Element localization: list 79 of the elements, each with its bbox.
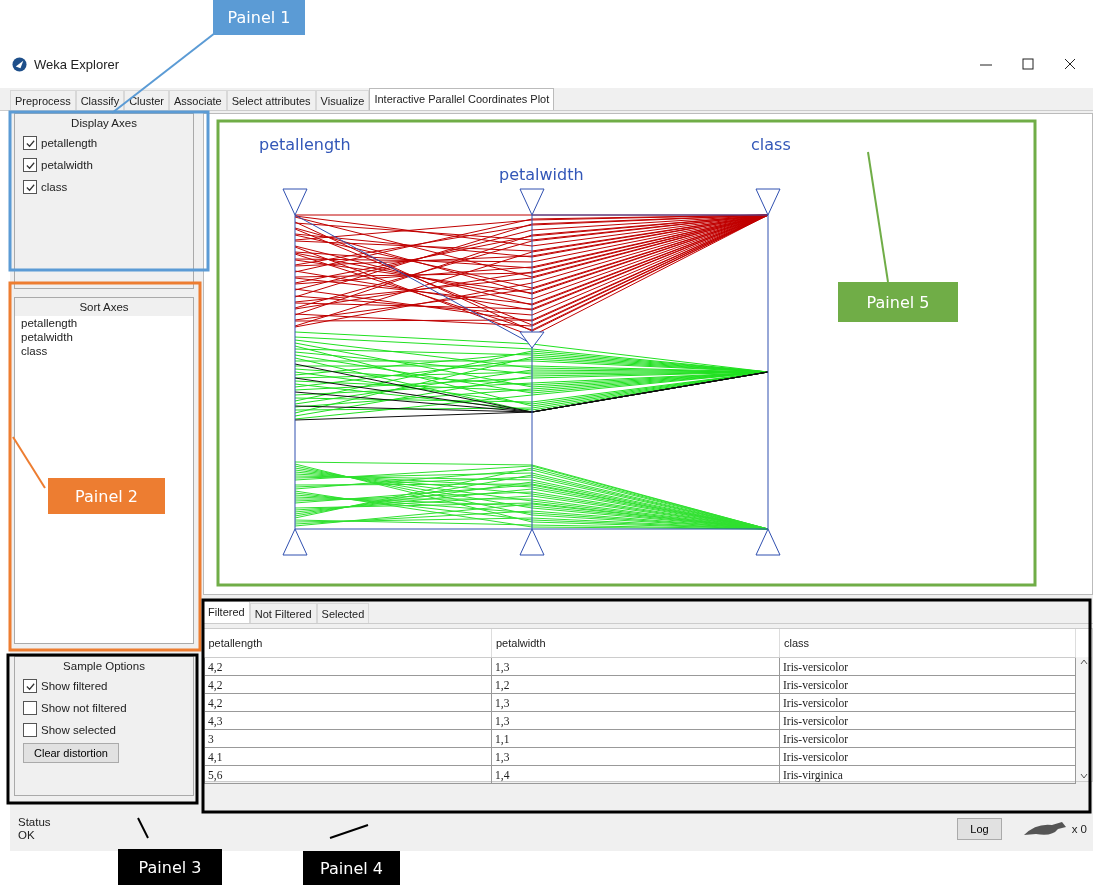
maximize-icon[interactable] xyxy=(1019,55,1037,73)
tab[interactable]: Select attributes xyxy=(226,90,316,110)
table-cell: Iris-versicolor xyxy=(779,693,1076,712)
axis-label: petalwidth xyxy=(499,165,584,184)
callout-label: Painel 1 xyxy=(213,0,305,35)
tab[interactable]: Associate xyxy=(169,90,227,110)
checkbox[interactable] xyxy=(23,701,37,715)
column-header[interactable]: petalwidth xyxy=(491,629,780,658)
callout-label: Painel 2 xyxy=(48,478,165,514)
panel-title: Sort Axes xyxy=(15,298,193,316)
axis-handle-icon[interactable] xyxy=(519,188,545,216)
table-cell: 1,4 xyxy=(491,765,780,784)
table-cell: 1,3 xyxy=(491,711,780,730)
window-title: Weka Explorer xyxy=(34,56,120,72)
checkbox-label: Show not filtered xyxy=(41,702,127,714)
table-cell: 1,3 xyxy=(491,693,780,712)
checkbox[interactable] xyxy=(23,723,37,737)
checkbox[interactable] xyxy=(23,679,37,693)
axis-handle-icon[interactable] xyxy=(519,528,545,556)
scroll-down-icon[interactable] xyxy=(1079,771,1089,781)
clear-distortion-button[interactable]: Clear distortion xyxy=(23,743,119,763)
panel-title: Display Axes xyxy=(70,116,138,131)
table-cell: 3 xyxy=(204,729,492,748)
tab[interactable]: Visualize xyxy=(315,90,370,110)
table-cell: 4,1 xyxy=(204,747,492,766)
table-cell: 1,3 xyxy=(491,747,780,766)
app-logo-icon xyxy=(12,56,27,72)
table-cell: 4,2 xyxy=(204,657,492,676)
axis-handle-icon[interactable] xyxy=(755,188,781,216)
column-header[interactable]: petallength xyxy=(204,629,492,658)
table-cell: 4,2 xyxy=(204,675,492,694)
axis-handle-icon[interactable] xyxy=(755,528,781,556)
axis-label: class xyxy=(751,135,791,154)
log-button[interactable]: Log xyxy=(957,817,1002,840)
checkbox[interactable] xyxy=(23,180,37,194)
task-count: x 0 xyxy=(1071,822,1087,835)
checkbox[interactable] xyxy=(23,136,37,150)
list-item[interactable]: petallength xyxy=(15,316,193,330)
leader-line xyxy=(12,436,46,489)
table-cell: Iris-versicolor xyxy=(779,657,1076,676)
table-cell: 1,1 xyxy=(491,729,780,748)
tab[interactable]: Preprocess xyxy=(10,90,76,110)
leader-line xyxy=(329,824,369,839)
tab[interactable]: Classify xyxy=(75,90,125,110)
checkbox-label: petalwidth xyxy=(41,159,93,171)
table-cell: Iris-versicolor xyxy=(779,675,1076,694)
list-item[interactable]: class xyxy=(15,344,193,358)
checkbox[interactable] xyxy=(23,158,37,172)
axis-handle-icon[interactable] xyxy=(282,528,308,556)
tab[interactable]: Interactive Parallel Coordinates Plot xyxy=(369,88,555,110)
axis-label: petallength xyxy=(259,135,351,154)
status-label: Status xyxy=(18,815,51,829)
checkbox-label: Show selected xyxy=(41,724,116,736)
axis-handle-icon[interactable] xyxy=(282,188,308,216)
checkbox-label: class xyxy=(41,181,68,193)
status-text: OK xyxy=(18,828,35,842)
table-cell: 5,6 xyxy=(204,765,492,784)
list-item[interactable]: petalwidth xyxy=(15,330,193,344)
table-cell: Iris-versicolor xyxy=(779,729,1076,748)
table-cell: Iris-virginica xyxy=(779,765,1076,784)
checkbox-label: Show filtered xyxy=(41,680,108,692)
table-cell: 4,3 xyxy=(204,711,492,730)
callout-label: Painel 3 xyxy=(118,849,222,885)
table-cell: Iris-versicolor xyxy=(779,711,1076,730)
table-cell: 1,3 xyxy=(491,657,780,676)
table-cell: 1,2 xyxy=(491,675,780,694)
table-cell: 4,2 xyxy=(204,693,492,712)
tab[interactable]: Not Filtered xyxy=(249,603,317,623)
column-header[interactable]: class xyxy=(779,629,1076,658)
tab[interactable]: Selected xyxy=(316,603,370,623)
table-cell: Iris-versicolor xyxy=(779,747,1076,766)
axis-handle-icon[interactable] xyxy=(519,331,545,349)
checkbox-label: petallength xyxy=(41,137,98,149)
callout-label: Painel 4 xyxy=(303,851,400,885)
tab[interactable]: Cluster xyxy=(124,90,169,110)
leader-line xyxy=(137,817,149,839)
callout-label: Painel 5 xyxy=(838,282,958,322)
panel-title: Sample Options xyxy=(62,659,146,674)
scroll-up-icon[interactable] xyxy=(1079,657,1089,667)
